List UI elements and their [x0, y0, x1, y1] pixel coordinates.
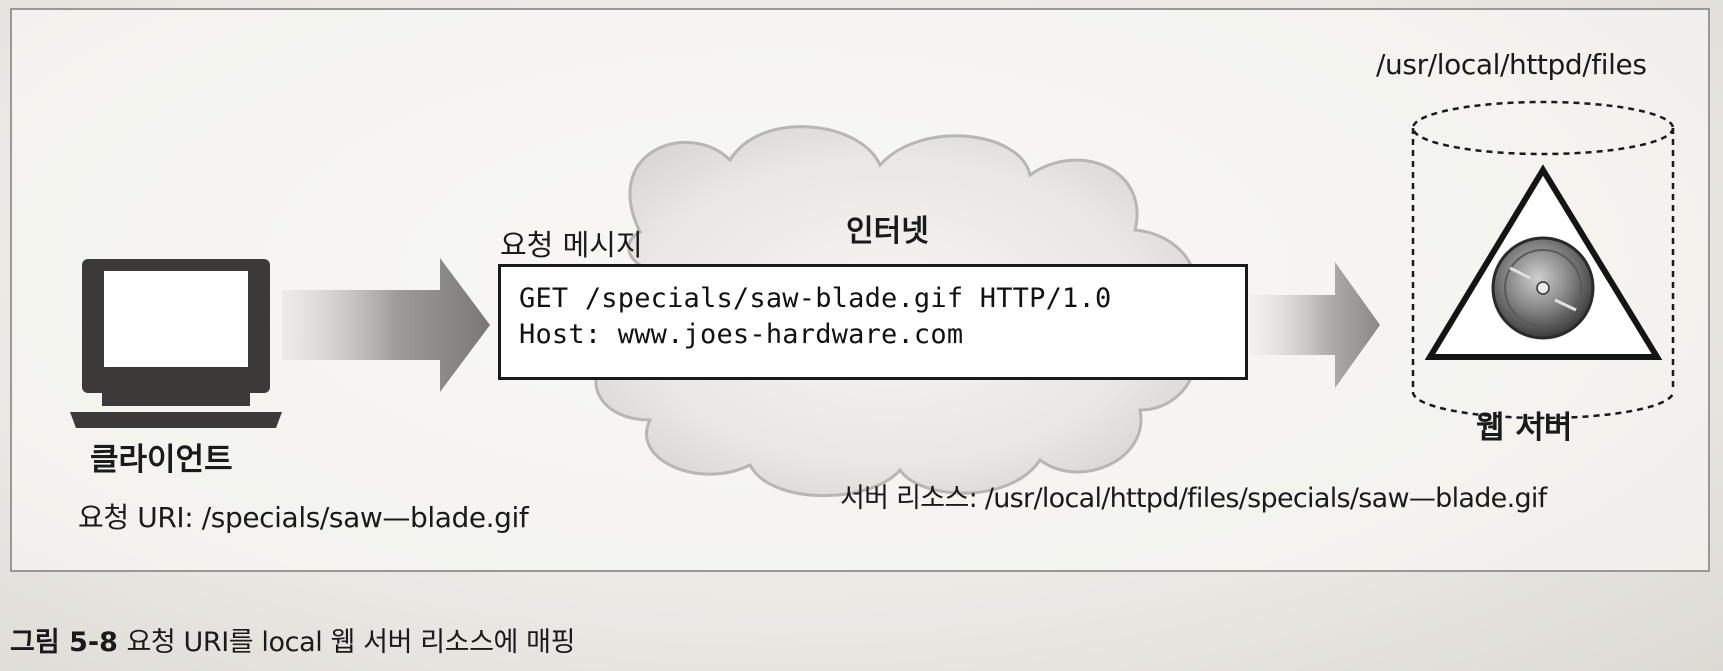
computer-icon: [70, 259, 282, 428]
server-label: 웹 서버: [1476, 410, 1573, 446]
figure-caption: 그림 5-8 요청 URI를 local 웹 서버 리소스에 매핑: [10, 620, 575, 659]
arrow-right-icon: [282, 258, 490, 392]
request-line: GET /specials/saw-blade.gif HTTP/1.0: [519, 283, 1112, 314]
request-message-box: GET /specials/saw-blade.gif HTTP/1.0 Hos…: [498, 264, 1248, 380]
request-message-label: 요청 메시지: [500, 228, 643, 262]
host-line: Host: www.joes-hardware.com: [519, 319, 964, 350]
client-uri-label: 요청 URI: /specials/saw—blade.gif: [78, 501, 529, 534]
server-path-label: /usr/local/httpd/files: [1376, 48, 1647, 81]
figure-number: 그림 5-8: [10, 627, 118, 658]
server-resource-label: 서버 리소스: /usr/local/httpd/files/specials/…: [840, 483, 1547, 514]
arrow-right-icon: [1250, 262, 1380, 388]
client-label: 클라이언트: [90, 442, 233, 478]
internet-label: 인터넷: [846, 214, 929, 249]
saw-blade-icon: [1424, 164, 1663, 360]
figure-caption-text: 요청 URI를 local 웹 서버 리소스에 매핑: [126, 627, 576, 658]
